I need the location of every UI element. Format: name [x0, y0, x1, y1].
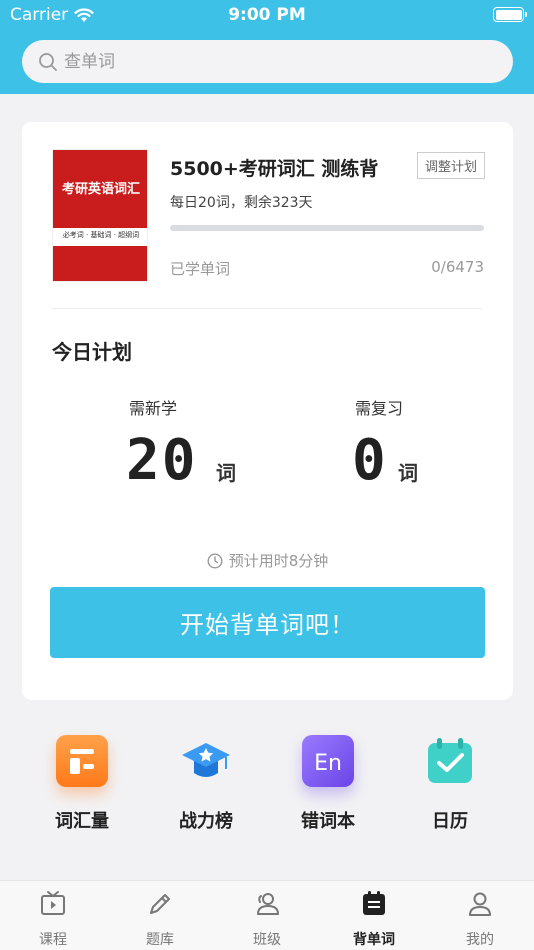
- status-time: 9:00 PM: [228, 5, 306, 25]
- vocabulary-icon: [56, 735, 108, 787]
- users-icon: [257, 893, 279, 915]
- tv-play-icon: [41, 891, 65, 915]
- feature-wrong-words[interactable]: En 错词本: [278, 735, 378, 833]
- search-icon: [39, 52, 57, 71]
- review-words-unit: 词: [398, 461, 418, 485]
- status-bar: Carrier 9:00 PM: [0, 0, 534, 32]
- book-cover[interactable]: 考研英语词汇 必考词 · 基础词 · 超纲词: [52, 149, 148, 282]
- pencil-icon: [150, 894, 170, 914]
- feature-calendar[interactable]: 日历: [400, 735, 500, 833]
- tab-question-bank[interactable]: 题库: [115, 889, 205, 949]
- tab-mine[interactable]: 我的: [435, 889, 525, 949]
- cover-title: 考研英语词汇: [61, 182, 140, 197]
- clock-icon: [207, 552, 223, 569]
- feature-label: 词汇量: [55, 811, 109, 832]
- learning-progress-bar: [170, 225, 484, 231]
- learned-count: 0/6473: [431, 258, 484, 276]
- tab-memorize-words[interactable]: 背单词: [329, 889, 419, 949]
- book-plan: 每日20词，剩余323天: [170, 195, 313, 211]
- new-words-unit: 词: [216, 461, 236, 485]
- learned-label: 已学单词: [170, 260, 231, 278]
- tab-label: 题库: [146, 932, 174, 948]
- today-plan-title: 今日计划: [52, 340, 132, 364]
- review-words-count: 0: [352, 428, 388, 493]
- tab-label: 班级: [253, 932, 281, 948]
- svg-text:En: En: [314, 751, 342, 776]
- feature-grid: 词汇量 战力榜 En 错词本 日历: [0, 735, 534, 835]
- battery-icon: [493, 7, 527, 22]
- adjust-plan-button[interactable]: 调整计划: [417, 152, 485, 179]
- app-header: Carrier 9:00 PM: [0, 0, 534, 94]
- search-bar[interactable]: [22, 40, 513, 83]
- tab-class[interactable]: 班级: [222, 889, 312, 949]
- feature-label: 战力榜: [179, 811, 233, 832]
- feature-label: 错词本: [301, 811, 355, 832]
- search-input[interactable]: [64, 51, 444, 72]
- new-words-count: 20: [126, 428, 198, 493]
- feature-leaderboard[interactable]: 战力榜: [156, 735, 256, 833]
- new-words-label: 需新学: [129, 399, 178, 418]
- tab-course[interactable]: 课程: [8, 889, 98, 949]
- estimated-time: 预计用时8分钟: [22, 550, 513, 571]
- book-title: 5500+考研词汇 测练背: [170, 158, 379, 180]
- user-icon: [469, 892, 491, 916]
- start-memorize-button[interactable]: 开始背单词吧！: [50, 587, 485, 658]
- plan-card: 考研英语词汇 必考词 · 基础词 · 超纲词 5500+考研词汇 测练背 调整计…: [22, 122, 513, 700]
- tab-label: 背单词: [353, 932, 395, 948]
- tab-label: 课程: [39, 932, 67, 948]
- calendar-check-icon: [424, 735, 476, 787]
- cover-subtitle: 必考词 · 基础词 · 超纲词: [62, 231, 140, 239]
- review-words-label: 需复习: [355, 399, 404, 418]
- tab-label: 我的: [466, 932, 494, 948]
- divider: [52, 308, 483, 309]
- en-book-icon: En: [302, 735, 354, 787]
- feature-vocabulary[interactable]: 词汇量: [32, 735, 132, 833]
- graduation-cap-icon: [180, 735, 232, 787]
- estimated-time-text: 预计用时8分钟: [228, 552, 329, 570]
- feature-label: 日历: [432, 811, 468, 832]
- calendar-list-icon: [363, 891, 385, 915]
- tab-bar: 课程 题库 班级 背单词 我的: [0, 880, 534, 950]
